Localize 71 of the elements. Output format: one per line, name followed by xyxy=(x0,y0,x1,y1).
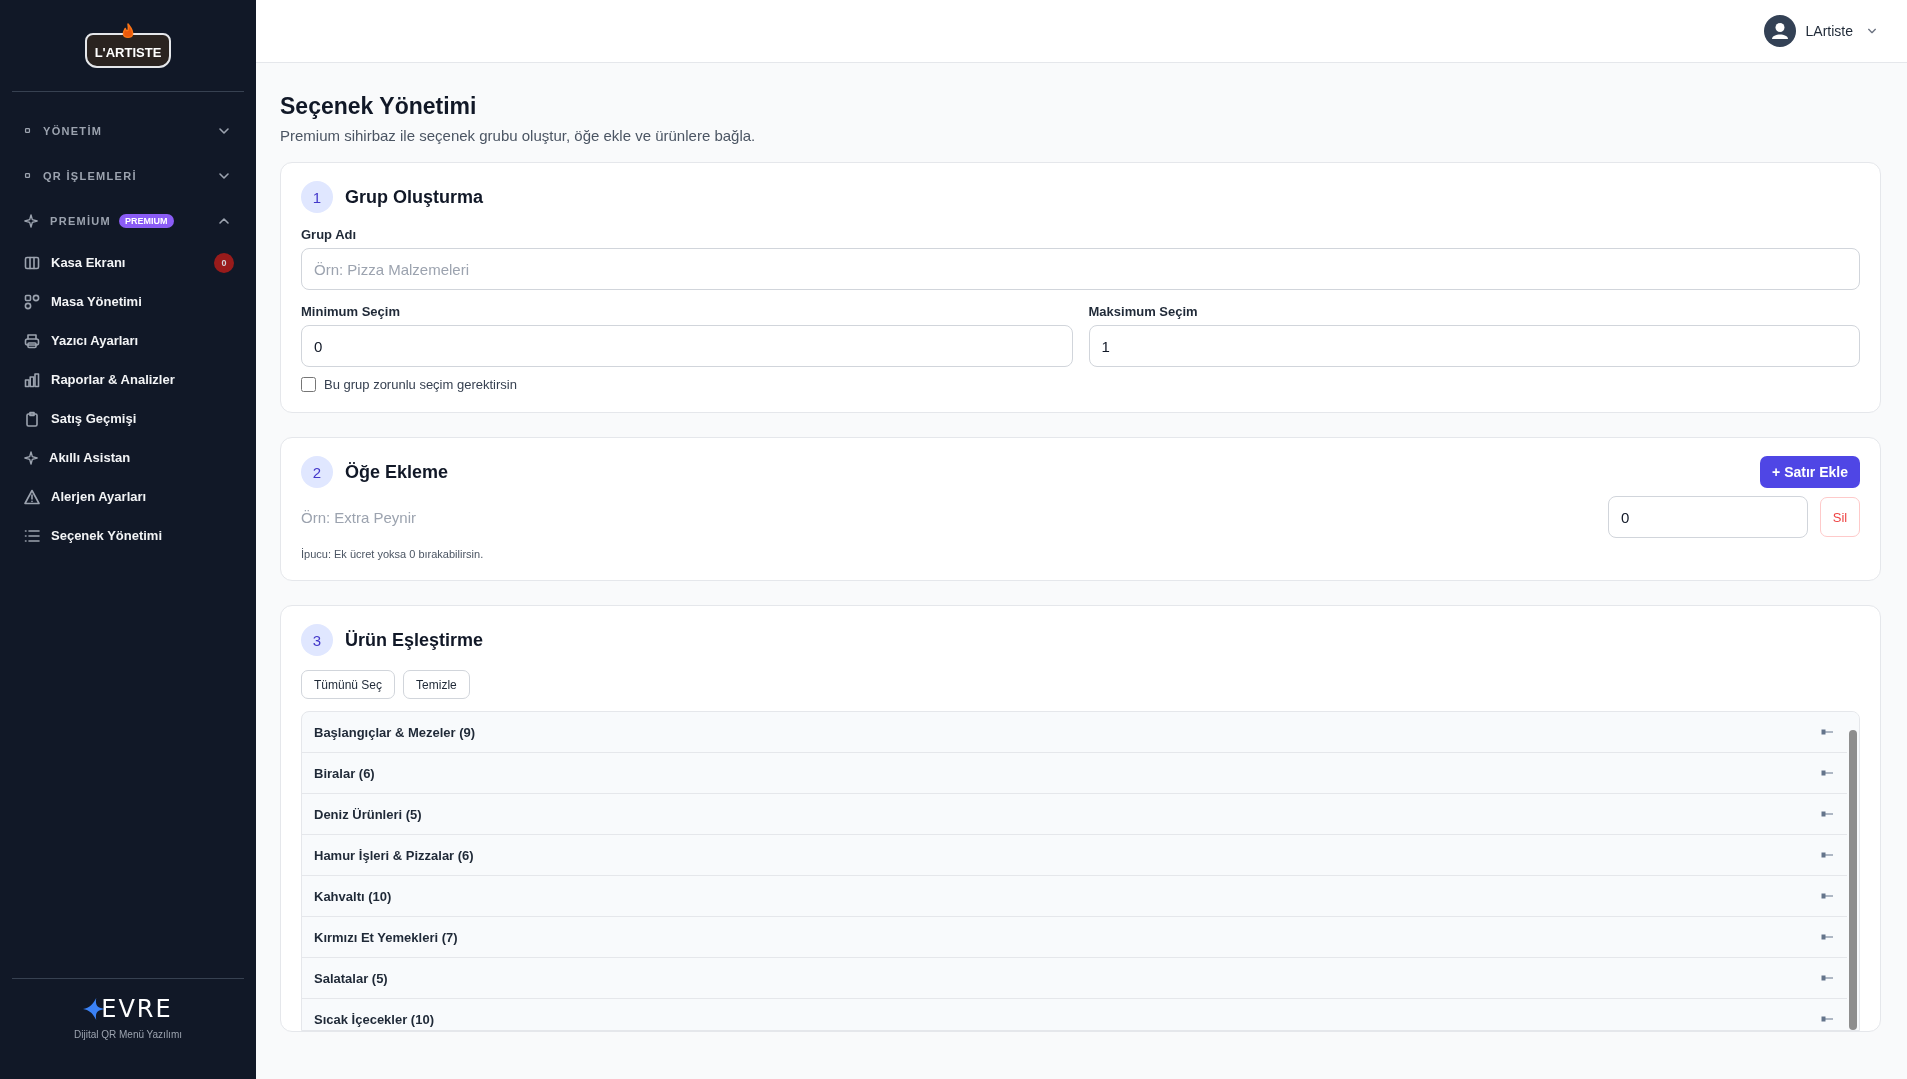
add-row-button[interactable]: + Satır Ekle xyxy=(1760,456,1860,488)
pin-icon xyxy=(1821,811,1833,817)
step-number: 3 xyxy=(301,624,333,656)
premium-badge: PREMIUM xyxy=(119,213,174,228)
nav-item[interactable]: Akıllı Asistan xyxy=(12,438,244,477)
nav-group[interactable]: QR İŞLEMLERİ xyxy=(12,153,244,198)
category-row[interactable]: Başlangıçlar & Mezeler (9) xyxy=(302,712,1847,753)
columns-icon xyxy=(24,254,40,271)
checkbox-label: Bu grup zorunlu seçim gerektirsin xyxy=(324,377,517,392)
nav-group[interactable]: YÖNETİM xyxy=(12,108,244,153)
section-title: Öğe Ekleme xyxy=(345,461,449,483)
group-label: YÖNETİM xyxy=(43,124,103,137)
sparkle-icon xyxy=(24,213,38,228)
shapes-icon xyxy=(24,293,40,310)
pin-icon xyxy=(1821,729,1833,735)
sparkle-icon xyxy=(24,450,38,465)
category-row[interactable]: Kırmızı Et Yemekleri (7) xyxy=(302,917,1847,958)
scrollbar[interactable] xyxy=(1847,712,1859,1030)
toolbar-button[interactable]: Temizle xyxy=(403,670,470,699)
avatar-icon xyxy=(1763,15,1796,47)
brand-logo-text: EVRE xyxy=(101,995,173,1023)
checkbox[interactable] xyxy=(301,377,316,392)
step-number: 1 xyxy=(301,181,333,213)
brand-caption: Dijital QR Menü Yazılımı xyxy=(74,1029,182,1040)
field-label: Grup Adı xyxy=(301,227,358,242)
nav-group[interactable]: PREMİUM PREMIUM xyxy=(12,198,244,243)
input-field[interactable]: 0 xyxy=(301,325,1073,367)
category-row[interactable]: Deniz Ürünleri (5) xyxy=(302,794,1847,835)
delete-button[interactable]: Sil xyxy=(1820,497,1860,537)
item-name-field[interactable]: Örn: Extra Peynir xyxy=(301,497,1596,537)
input-field[interactable]: 1 xyxy=(1088,325,1860,367)
pin-icon xyxy=(1821,770,1833,776)
section-title: Ürün Eşleştirme xyxy=(345,629,484,651)
page-subtitle: Premium sihirbaz ile seçenek grubu oluştur, öğe ekle ve ürünlere bağla. xyxy=(280,127,757,144)
hint-text: İpucu: Ek ücret yoksa 0 bırakabilirsin. xyxy=(301,548,485,560)
toolbar-button[interactable]: Tümünü Seç xyxy=(301,670,396,699)
pin-icon xyxy=(1821,934,1833,940)
category-row[interactable]: Biralar (6) xyxy=(302,753,1847,794)
field-label: Maksimum Seçim xyxy=(1088,304,1199,319)
pin-icon xyxy=(1821,893,1833,899)
printer-icon xyxy=(24,332,40,349)
category-row[interactable]: Kahvaltı (10) xyxy=(302,876,1847,917)
group-label: QR İŞLEMLERİ xyxy=(43,169,137,182)
count-badge: 0 xyxy=(214,252,234,273)
pin-icon xyxy=(1821,852,1833,858)
page-title: Seçenek Yönetimi xyxy=(280,92,478,121)
nav-item[interactable]: Yazıcı Ayarları xyxy=(12,321,244,360)
user-menu[interactable]: LArtiste xyxy=(1763,15,1877,47)
chevron-down-icon xyxy=(1867,26,1877,36)
logo-text: L'ARTISTE xyxy=(94,45,162,60)
category-row[interactable]: Hamur İşleri & Pizzalar (6) xyxy=(302,835,1847,876)
nav-item[interactable]: Satış Geçmişi xyxy=(12,399,244,438)
scrollbar-thumb[interactable] xyxy=(1849,730,1857,1030)
section-title: Grup Oluşturma xyxy=(345,186,483,208)
pin-icon xyxy=(1821,975,1833,981)
pin-icon xyxy=(1821,1016,1833,1022)
category-row[interactable]: Salatalar (5) xyxy=(302,958,1847,999)
nav-item[interactable]: Alerjen Ayarları xyxy=(12,477,244,516)
input-field[interactable]: Örn: Pizza Malzemeleri xyxy=(301,248,1860,290)
field-label: Minimum Seçim xyxy=(301,304,401,319)
bar-chart-icon xyxy=(24,371,40,388)
group-label: PREMİUM xyxy=(50,214,112,227)
clipboard-icon xyxy=(24,410,40,427)
list-icon xyxy=(24,527,40,544)
nav-item[interactable]: Kasa Ekranı 0 xyxy=(12,243,244,282)
nav-item[interactable]: Seçenek Yönetimi xyxy=(12,516,244,555)
warning-icon xyxy=(24,488,40,505)
nav-item[interactable]: Masa Yönetimi xyxy=(12,282,244,321)
nav-item[interactable]: Raporlar & Analizler xyxy=(12,360,244,399)
step-number: 2 xyxy=(301,456,333,488)
price-field[interactable]: 0 xyxy=(1608,496,1808,538)
